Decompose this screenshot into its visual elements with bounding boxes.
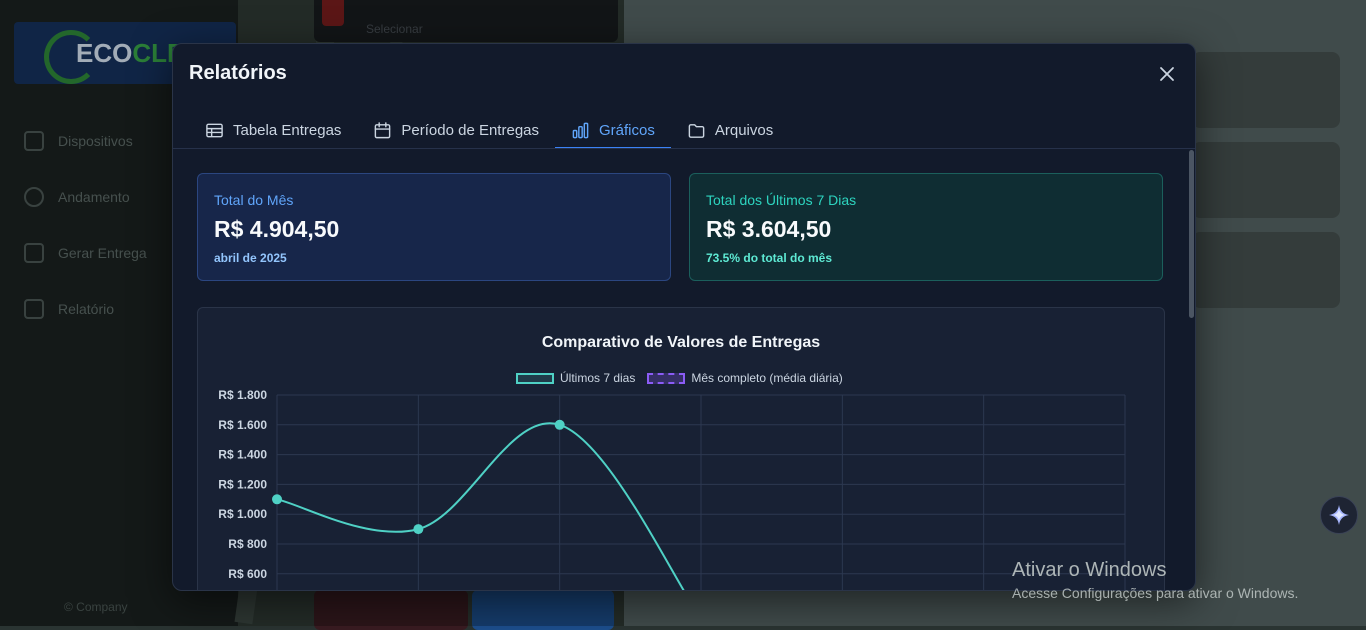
tabs-divider (173, 148, 1195, 149)
y-tick-label: R$ 1.600 (218, 418, 267, 432)
last7-total-card: Total dos Últimos 7 Dias R$ 3.604,50 73.… (689, 173, 1163, 281)
y-tick-label: R$ 1.800 (218, 388, 267, 402)
table-icon (206, 123, 223, 137)
last7-total-value: R$ 3.604,50 (706, 216, 832, 242)
y-tick-label: R$ 800 (228, 537, 267, 551)
y-tick-label: R$ 600 (228, 567, 267, 581)
tab-delivery-table[interactable]: Tabela Entregas (189, 112, 357, 148)
tab-delivery-period[interactable]: Período de Entregas (357, 112, 555, 148)
windows-activation-title: Ativar o Windows (1012, 559, 1167, 581)
y-tick-label: R$ 1.000 (218, 507, 267, 521)
month-total-period: abril de 2025 (214, 251, 287, 265)
calendar-icon (375, 121, 391, 138)
folder-icon (688, 123, 705, 138)
y-tick-label: R$ 1.200 (218, 477, 267, 491)
series-line-last7 (276, 422, 685, 590)
y-tick-label: R$ 1.400 (218, 448, 267, 462)
data-point (413, 524, 424, 535)
month-total-value: R$ 4.904,50 (214, 216, 340, 242)
bar-chart-icon (572, 122, 589, 138)
windows-activation-subtitle: Acesse Configurações para ativar o Windo… (1012, 585, 1299, 601)
modal-title: Relatórios (189, 62, 287, 84)
scrollbar-thumb[interactable] (1189, 150, 1194, 318)
tab-files[interactable]: Arquivos (671, 112, 789, 148)
last7-total-share: 73.5% do total do mês (706, 251, 833, 265)
line-chart: R$ 1.800 R$ 1.600 R$ 1.400 R$ 1.200 R$ 1.000… (218, 388, 1126, 590)
reports-modal: Relatórios Tabela Entregas Período de En… (172, 43, 1196, 591)
sparkle-icon (1329, 505, 1349, 525)
month-total-label: Total do Mês (214, 192, 294, 208)
month-total-card: Total do Mês R$ 4.904,50 abril de 2025 (197, 173, 671, 281)
chart-card: Comparativo de Valores de Entregas Últim… (197, 307, 1165, 590)
assistant-button[interactable] (1320, 496, 1358, 534)
data-point (554, 419, 565, 430)
close-button[interactable] (1157, 64, 1177, 84)
last7-total-label: Total dos Últimos 7 Dias (706, 192, 857, 208)
tab-charts[interactable]: Gráficos (555, 112, 671, 149)
data-point (272, 494, 282, 505)
close-icon (1160, 67, 1174, 81)
tab-bar: Tabela Entregas Período de Entregas Gráf… (189, 112, 789, 149)
